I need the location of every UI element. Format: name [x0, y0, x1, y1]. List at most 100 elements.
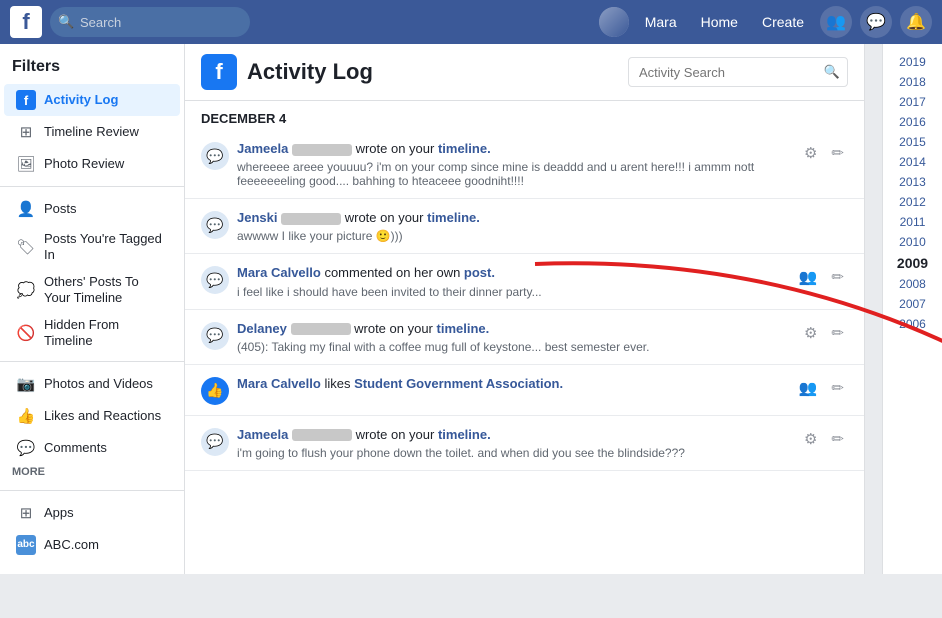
table-row: 💬 Mara Calvello commented on her own pos…: [185, 254, 864, 309]
target-link-4[interactable]: timeline.: [437, 321, 490, 336]
activity-log-icon: f: [16, 90, 36, 110]
year-2011[interactable]: 2011: [883, 212, 942, 232]
year-2018[interactable]: 2018: [883, 72, 942, 92]
topnav-right: Mara Home Create 👥 💬 🔔: [599, 6, 932, 38]
table-row: 💬 Jenski wrote on your timeline. awwww I…: [185, 199, 864, 254]
sidebar-item-likes[interactable]: 👍 Likes and Reactions: [4, 400, 180, 432]
sidebar-divider-2: [0, 361, 184, 362]
year-2009[interactable]: 2009: [883, 252, 942, 274]
activity-content-4: Delaney wrote on your timeline. (405): T…: [237, 320, 792, 354]
nav-link-mara[interactable]: Mara: [637, 10, 685, 34]
friends-icon[interactable]: 👥: [820, 6, 852, 38]
search-wrap: 🔍: [50, 7, 250, 37]
year-2012[interactable]: 2012: [883, 192, 942, 212]
actor-link-3[interactable]: Mara Calvello: [237, 265, 321, 280]
posts-icon: 👤: [16, 199, 36, 219]
sidebar-title: Filters: [0, 54, 184, 84]
actor-link-5[interactable]: Mara Calvello: [237, 376, 321, 391]
messenger-icon[interactable]: 💬: [860, 6, 892, 38]
sidebar-item-activity-log[interactable]: f Activity Log: [4, 84, 180, 116]
edit-icon-3[interactable]: ✏: [827, 264, 848, 290]
actor-blurred-6: [292, 429, 352, 441]
sidebar-item-apps[interactable]: ⊞ Apps: [4, 497, 180, 529]
sidebar-item-abc[interactable]: abc ABC.com: [4, 529, 180, 561]
activity-secondary-1: whereeee areee youuuu? i'm on your comp …: [237, 160, 792, 188]
date-section: DECEMBER 4: [185, 101, 864, 130]
target-link-5[interactable]: Student Government Association.: [354, 376, 563, 391]
year-2008[interactable]: 2008: [883, 274, 942, 294]
action-text-6: wrote on your: [356, 427, 438, 442]
activity-actions-4: ⚙ ✏: [800, 320, 848, 346]
apps-icon: ⊞: [16, 503, 36, 523]
edit-icon-5[interactable]: ✏: [827, 375, 848, 401]
year-2016[interactable]: 2016: [883, 112, 942, 132]
chat-icon-1: 💬: [201, 142, 229, 170]
others-posts-icon: 💭: [16, 280, 36, 300]
actor-blurred-1: [292, 144, 352, 156]
gear-icon-4[interactable]: ⚙: [800, 320, 821, 346]
sidebar-item-photo-review[interactable]: 🖼 Photo Review: [4, 148, 180, 180]
chat-icon-4: 💬: [201, 322, 229, 350]
year-2010[interactable]: 2010: [883, 232, 942, 252]
notifications-icon[interactable]: 🔔: [900, 6, 932, 38]
nav-link-home[interactable]: Home: [693, 10, 746, 34]
years-sidebar: 2019 2018 2017 2016 2015 2014 2013 2012 …: [882, 44, 942, 574]
year-2013[interactable]: 2013: [883, 172, 942, 192]
fb-logo: f: [10, 6, 42, 38]
year-2017[interactable]: 2017: [883, 92, 942, 112]
gear-icon-1[interactable]: ⚙: [800, 140, 821, 166]
activity-secondary-4: (405): Taking my final with a coffee mug…: [237, 340, 792, 354]
sidebar-label-apps: Apps: [44, 505, 74, 521]
edit-icon-6[interactable]: ✏: [827, 426, 848, 452]
photo-review-icon: 🖼: [16, 154, 36, 174]
sidebar-item-others-posts[interactable]: 💭 Others' Posts To Your Timeline: [4, 268, 180, 311]
target-link-2[interactable]: timeline.: [427, 210, 480, 225]
target-link-3[interactable]: post.: [464, 265, 495, 280]
edit-icon-4[interactable]: ✏: [827, 320, 848, 346]
sidebar-label-photos-videos: Photos and Videos: [44, 376, 153, 392]
action-text-1: wrote on your: [356, 141, 438, 156]
activity-text-4: Delaney wrote on your timeline.: [237, 320, 792, 338]
sidebar-divider-1: [0, 186, 184, 187]
people-icon-3[interactable]: 👥: [795, 264, 822, 290]
year-2014[interactable]: 2014: [883, 152, 942, 172]
action-text-4: wrote on your: [354, 321, 436, 336]
target-link-6[interactable]: timeline.: [438, 427, 491, 442]
action-text-2: wrote on your: [345, 210, 427, 225]
people-icon-5[interactable]: 👥: [795, 375, 822, 401]
actor-blurred-2: [281, 213, 341, 225]
activity-text-3: Mara Calvello commented on her own post.: [237, 264, 787, 282]
table-row: 💬 Jameela wrote on your timeline. wheree…: [185, 130, 864, 199]
sidebar-item-posts-tagged[interactable]: 🏷 Posts You're Tagged In: [4, 225, 180, 268]
main-search-input[interactable]: [50, 7, 250, 37]
activity-search-input[interactable]: [628, 57, 848, 87]
gear-icon-6[interactable]: ⚙: [800, 426, 821, 452]
chat-icon-6: 💬: [201, 428, 229, 456]
activity-content-1: Jameela wrote on your timeline. whereeee…: [237, 140, 792, 188]
year-2006[interactable]: 2006: [883, 314, 942, 334]
sidebar-item-photos-videos[interactable]: 📷 Photos and Videos: [4, 368, 180, 400]
year-2007[interactable]: 2007: [883, 294, 942, 314]
actor-link-2[interactable]: Jenski: [237, 210, 277, 225]
sidebar-label-others-posts: Others' Posts To Your Timeline: [44, 274, 168, 305]
sidebar-item-comments[interactable]: 💬 Comments: [4, 432, 180, 464]
activity-actions-5: 👥 ✏: [795, 375, 848, 401]
actor-link-6[interactable]: Jameela: [237, 427, 288, 442]
sidebar-label-activity-log: Activity Log: [44, 92, 118, 108]
likes-icon: 👍: [16, 406, 36, 426]
sidebar-item-posts[interactable]: 👤 Posts: [4, 193, 180, 225]
sidebar-more[interactable]: MORE: [0, 464, 184, 484]
edit-icon-1[interactable]: ✏: [827, 140, 848, 166]
target-link-1[interactable]: timeline.: [438, 141, 491, 156]
sidebar-item-timeline-review[interactable]: ⊞ Timeline Review: [4, 116, 180, 148]
comments-icon: 💬: [16, 438, 36, 458]
year-2015[interactable]: 2015: [883, 132, 942, 152]
year-2019[interactable]: 2019: [883, 52, 942, 72]
actor-link-1[interactable]: Jameela: [237, 141, 288, 156]
actor-link-4[interactable]: Delaney: [237, 321, 287, 336]
action-text-3: commented on her own: [324, 265, 463, 280]
sidebar-item-hidden[interactable]: 🚫 Hidden From Timeline: [4, 311, 180, 354]
table-row: 💬 Delaney wrote on your timeline. (405):…: [185, 310, 864, 365]
nav-link-create[interactable]: Create: [754, 10, 812, 34]
top-navigation: f 🔍 Mara Home Create 👥 💬 🔔: [0, 0, 942, 44]
